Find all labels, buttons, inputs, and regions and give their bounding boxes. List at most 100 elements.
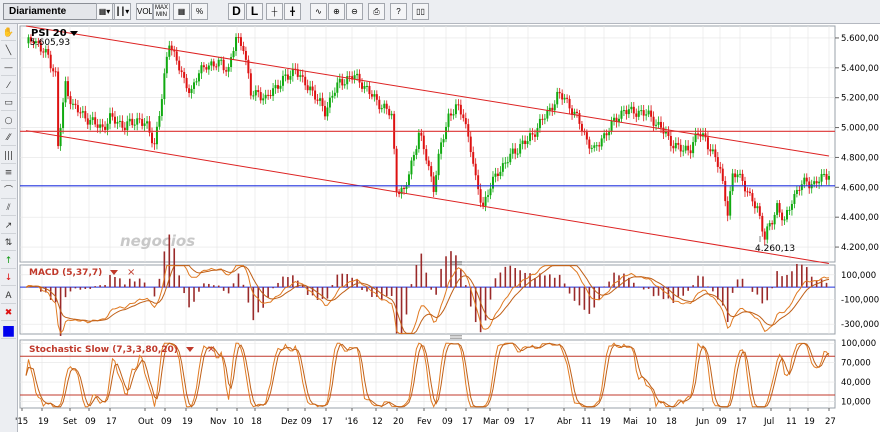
candle-body — [348, 76, 351, 78]
candle-body — [716, 157, 719, 167]
candle-body — [111, 113, 114, 117]
macd-bar — [74, 287, 77, 289]
candle-body — [289, 76, 292, 80]
macd-close-icon[interactable]: × — [127, 267, 135, 278]
candle-body — [813, 181, 816, 185]
candle-body — [509, 153, 512, 163]
candle-body — [301, 75, 304, 77]
macd-bar — [796, 263, 798, 288]
macd-bar — [558, 274, 561, 288]
candle-body — [734, 173, 737, 178]
macd-bar — [781, 276, 783, 288]
candle-body — [249, 73, 252, 96]
candle-body — [600, 138, 603, 147]
candle-body — [511, 148, 514, 154]
candle-body — [655, 124, 658, 126]
candle-body — [521, 140, 524, 145]
macd-bar — [247, 287, 250, 303]
x-axis-label: '15 — [15, 417, 28, 427]
candle-body — [217, 59, 220, 67]
x-axis-label: 17 — [524, 417, 535, 427]
candle-body — [326, 107, 329, 117]
candle-body — [763, 231, 766, 240]
candle-body — [659, 121, 662, 128]
candle-body — [370, 94, 373, 97]
macd-bar — [336, 274, 339, 288]
candle-body — [524, 140, 527, 145]
macd-bar — [69, 287, 72, 292]
macd-axis-label: -300,000 — [841, 320, 879, 330]
candle-body — [741, 173, 744, 181]
candle-body — [449, 113, 452, 116]
macd-bar — [563, 283, 566, 288]
candle-body — [474, 163, 477, 176]
macd-bar — [109, 274, 111, 288]
macd-bar — [608, 281, 610, 288]
candle-body — [640, 110, 643, 112]
candle-body — [151, 132, 154, 144]
candle-body — [568, 98, 571, 109]
macd-bar — [445, 256, 447, 288]
candle-body — [89, 120, 92, 125]
macd-bar — [198, 287, 200, 292]
x-axis-label: Out — [138, 417, 154, 427]
macd-bar — [786, 274, 788, 288]
chart-area[interactable]: 5.600,00 5.400,00 5.200,00 5.000,00 4.800,00… — [0, 0, 880, 432]
candle-body — [489, 188, 492, 196]
macd-bar — [143, 282, 146, 288]
macd-bar — [652, 287, 655, 297]
candle-body — [435, 175, 438, 192]
candle-body — [304, 76, 307, 86]
candle-body — [244, 50, 247, 60]
macd-splitter[interactable] — [450, 335, 462, 339]
candle-body — [109, 113, 112, 124]
candle-body — [207, 65, 210, 70]
candle-body — [200, 65, 203, 74]
candle-body — [608, 131, 611, 136]
candle-body — [272, 88, 275, 96]
macd-bar — [282, 276, 284, 288]
x-axis-label: 09 — [504, 417, 515, 427]
candle-body — [195, 81, 198, 83]
macd-bar — [801, 264, 803, 288]
x-axis-label: 10 — [646, 417, 657, 427]
candle-body — [430, 166, 433, 177]
x-axis-label: 09 — [301, 417, 312, 427]
candle-body — [479, 189, 482, 203]
candle-body — [541, 118, 544, 120]
candle-body — [299, 75, 302, 77]
candle-body — [417, 132, 420, 150]
candle-body — [477, 175, 480, 190]
macd-bar — [687, 287, 689, 291]
stochastic-close-icon[interactable]: × — [207, 344, 215, 355]
candle-body — [566, 97, 569, 99]
macd-bar — [642, 287, 645, 290]
price-axis-label: 4.800,00 — [841, 153, 879, 163]
x-axis-label: 09 — [442, 417, 453, 427]
macd-bar — [133, 281, 136, 288]
x-axis-label: 18 — [666, 417, 677, 427]
candle-body — [746, 191, 749, 193]
macd-bar — [647, 287, 650, 289]
candle-body — [459, 104, 462, 115]
candle-body — [462, 114, 465, 119]
candle-body — [267, 94, 270, 96]
candle-body — [331, 95, 334, 98]
candle-body — [561, 93, 564, 100]
candle-body — [291, 68, 294, 77]
candle-body — [627, 109, 630, 115]
candle-body — [390, 113, 393, 116]
x-axis-label: 19 — [38, 417, 49, 427]
candle-body — [183, 72, 186, 78]
candle-body — [721, 168, 724, 181]
macd-bar — [104, 285, 106, 288]
candle-body — [773, 214, 776, 225]
candle-body — [704, 133, 707, 138]
candle-body — [613, 117, 616, 121]
candle-body — [491, 176, 494, 189]
candle-body — [252, 95, 255, 97]
macd-bar — [346, 274, 348, 288]
candle-body — [425, 149, 428, 161]
candle-body — [808, 181, 811, 189]
low-value-label: 4.260,13 — [755, 244, 795, 254]
